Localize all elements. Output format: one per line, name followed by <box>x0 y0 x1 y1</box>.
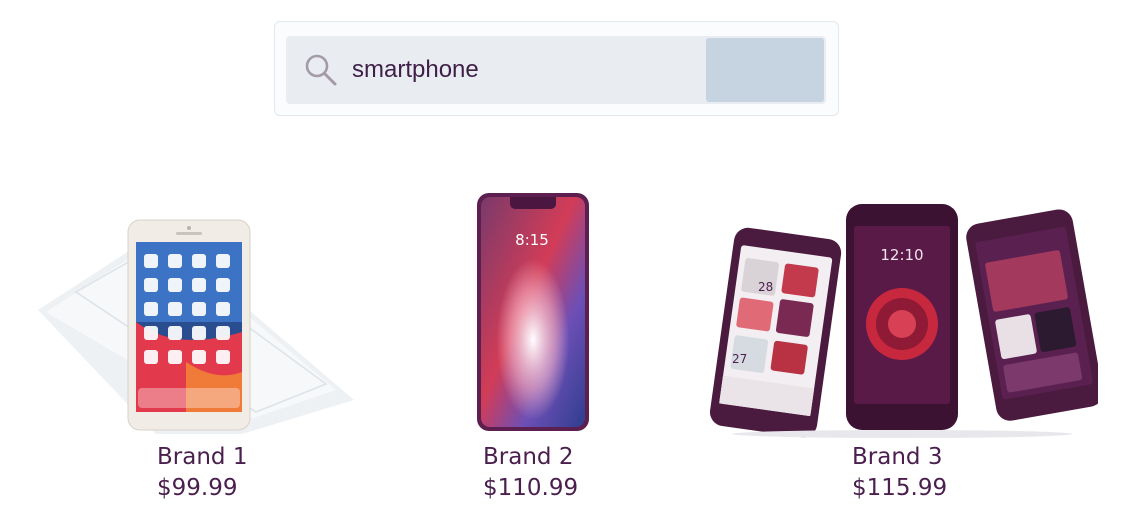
product-price: $115.99 <box>852 475 948 501</box>
product-card[interactable]: 12:10 28 27 Brand 3 $115.99 <box>700 0 1131 527</box>
product-image <box>477 193 589 431</box>
phone-screen-tile: 28 <box>758 280 774 294</box>
product-image <box>38 219 354 434</box>
phone-screen-time: 8:15 <box>515 231 549 249</box>
product-card[interactable]: Brand 1 $99.99 <box>0 0 380 527</box>
page: Brand 1 $99.99 8: <box>0 0 1131 527</box>
product-name: Brand 3 <box>852 444 943 470</box>
product-name: Brand 2 <box>483 444 574 470</box>
product-card[interactable]: 8:15 Brand 2 $110.99 <box>420 0 680 527</box>
product-price: $99.99 <box>157 475 238 501</box>
phone-screen-time: 12:10 <box>880 246 924 264</box>
phone-screen-tile: 27 <box>732 352 748 366</box>
product-name: Brand 1 <box>157 444 248 470</box>
product-image <box>709 204 1098 438</box>
product-price: $110.99 <box>483 475 579 501</box>
